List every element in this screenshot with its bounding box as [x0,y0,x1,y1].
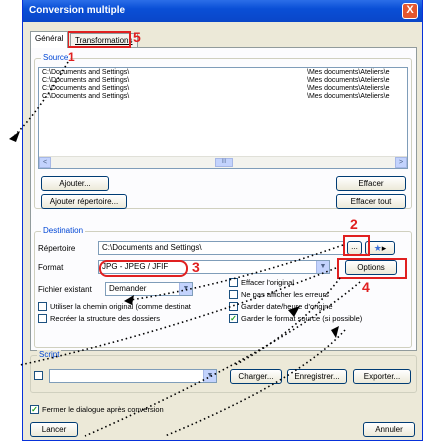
list-item-dest: \Mes documents\Ateliers\e [307,69,390,76]
script-checkbox[interactable] [34,371,46,381]
list-item[interactable]: C:\Documents and Settings\ \Mes document… [39,69,407,77]
tab-general-label: Général [35,34,64,43]
annotation-box-options [337,258,407,279]
no-errors-label: Ne pas afficher les erreurs [241,290,329,299]
directory-label: Répertoire [38,244,76,253]
checkbox-box[interactable] [38,314,47,323]
keep-format-label: Garder le format source (si possible) [241,314,363,323]
source-file-list[interactable]: C:\Documents and Settings\ \Mes document… [38,67,408,169]
title-bar: Conversion multiple X [23,0,422,22]
keep-date-checkbox[interactable]: Garder date/heure d'origine [229,302,333,312]
list-item-path: C:\Documents and Settings\ [42,85,130,92]
list-item-dest: \Mes documents\Ateliers\e [307,93,390,100]
add-directory-button[interactable]: Ajouter répertoire... [41,194,127,209]
close-button[interactable]: X [402,3,418,19]
existing-file-select[interactable]: Demander ▼ [105,282,193,296]
checkbox-box[interactable] [229,302,238,311]
use-original-path-label: Utiliser la chemin original (comme desti… [50,302,191,311]
list-item-path: C:\Documents and Settings\ [42,93,130,100]
export-button[interactable]: Exporter... [353,369,411,384]
scroll-left-button[interactable]: < [39,157,51,168]
annotation-box-browse [343,235,370,256]
annotation-number-5: 5 [133,29,141,45]
list-item-path: C:\Documents and Settings\ [42,69,130,76]
recreate-structure-label: Recréer la structure des dossiers [50,314,161,323]
arrow-right-icon: ▸ [381,243,387,253]
checkbox-box[interactable] [229,278,238,287]
delete-all-button[interactable]: Effacer tout [336,194,406,209]
keep-date-label: Garder date/heure d'origine [241,302,333,311]
window-title: Conversion multiple [29,5,126,16]
checkbox-box[interactable] [34,371,43,380]
chevron-down-icon: ▼ [179,283,192,295]
no-errors-checkbox[interactable]: Ne pas afficher les erreurs [229,290,329,300]
script-group: Script ▼ Charger... Enregistrer... Expor… [30,350,417,393]
destination-group-label: Destination [41,226,86,235]
source-group-label: Source [41,53,71,62]
format-label: Format [38,263,64,272]
close-after-label: Fermer le dialogue après conversion [42,405,164,414]
tab-panel-general: Source C:\Documents and Settings\ \Mes d… [30,47,417,351]
star-icon: ★ [373,243,382,253]
annotation-number-2: 2 [350,216,358,232]
list-item-dest: \Mes documents\Ateliers\e [307,85,390,92]
scroll-right-button[interactable]: > [395,157,407,168]
launch-button[interactable]: Lancer [30,422,78,437]
script-select[interactable]: ▼ [49,369,217,383]
load-button[interactable]: Charger... [230,369,282,384]
list-item[interactable]: C:\Documents and Settings\ \Mes document… [39,77,407,85]
list-item[interactable]: C:\Documents and Settings\ \Mes document… [39,85,407,93]
close-after-checkbox[interactable]: ✓ Fermer le dialogue après conversion [30,405,164,415]
cancel-button[interactable]: Annuler [363,422,415,437]
conversion-dialog: Conversion multiple X Général Transforma… [22,0,423,441]
checkbox-box[interactable] [229,290,238,299]
annotation-number-1: 1 [68,50,75,64]
annotation-box-format [99,260,188,277]
list-item-dest: \Mes documents\Ateliers\e [307,77,390,84]
add-button[interactable]: Ajouter... [41,176,109,191]
horizontal-scrollbar[interactable]: < III > [39,156,407,168]
directory-input[interactable]: C:\Documents and Settings\ [98,241,345,255]
delete-original-checkbox[interactable]: Effacer l'original [229,278,294,288]
chevron-down-icon: ▼ [316,261,329,273]
checkbox-box[interactable] [38,302,47,311]
annotation-box-tab [67,31,131,48]
chevron-down-icon: ▼ [203,370,216,382]
checkbox-box[interactable]: ✓ [30,405,39,414]
existing-file-selected-value: Demander [109,284,147,293]
save-button[interactable]: Enregistrer... [287,369,347,384]
keep-format-checkbox[interactable]: ✓ Garder le format source (si possible) [229,314,362,324]
delete-button[interactable]: Effacer [336,176,406,191]
arrowhead [9,131,20,142]
tab-general[interactable]: Général [30,31,69,48]
scroll-thumb[interactable]: III [215,158,233,167]
existing-file-label: Fichier existant [38,285,92,294]
checkbox-box[interactable]: ✓ [229,314,238,323]
script-group-label: Script [37,350,62,359]
delete-original-label: Effacer l'original [241,278,294,287]
annotation-number-4: 4 [362,279,370,295]
use-original-path-checkbox[interactable]: Utiliser la chemin original (comme desti… [38,302,191,312]
source-group: Source C:\Documents and Settings\ \Mes d… [34,53,412,209]
list-item-path: C:\Documents and Settings\ [42,77,130,84]
list-item[interactable]: C:\Documents and Settings\ \Mes document… [39,93,407,101]
annotation-number-3: 3 [192,259,200,275]
recreate-structure-checkbox[interactable]: Recréer la structure des dossiers [38,314,160,324]
